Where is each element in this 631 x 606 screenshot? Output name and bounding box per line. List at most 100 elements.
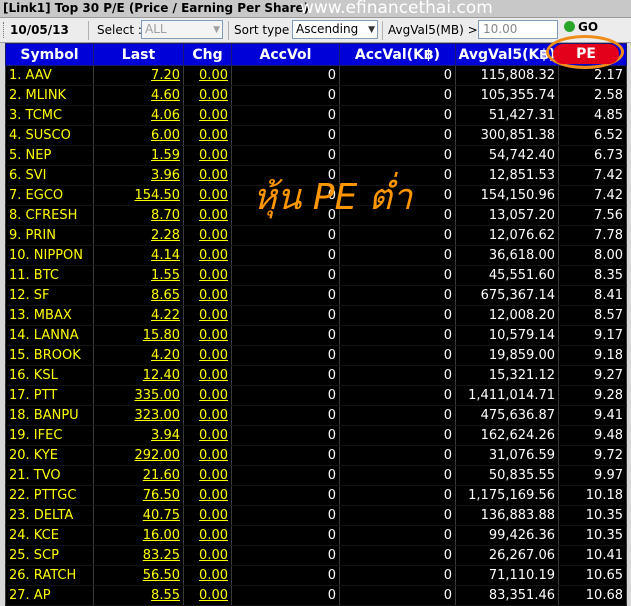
last-price-link[interactable]: 292.00 — [93, 445, 184, 466]
avgval5-cell: 162,624.26 — [455, 425, 559, 446]
last-price-link[interactable]: 3.96 — [93, 165, 184, 186]
change-link[interactable]: 0.00 — [183, 265, 232, 286]
change-link[interactable]: 0.00 — [183, 105, 232, 126]
select-dropdown[interactable]: ALL ▼ — [141, 20, 223, 39]
table-row[interactable]: 1. AAV 7.20 0.00 0 0 115,808.32 2.17 — [5, 65, 627, 86]
change-link[interactable]: 0.00 — [183, 505, 232, 526]
last-price-link[interactable]: 8.55 — [93, 585, 184, 606]
change-link[interactable]: 0.00 — [183, 565, 232, 586]
table-row[interactable]: 26. RATCH 56.50 0.00 0 0 71,110.19 10.65 — [5, 565, 627, 586]
avgval5-cell: 675,367.14 — [455, 285, 559, 306]
last-price-link[interactable]: 335.00 — [93, 385, 184, 406]
table-row[interactable]: 16. KSL 12.40 0.00 0 0 15,321.12 9.27 — [5, 365, 627, 386]
table-row[interactable]: 24. KCE 16.00 0.00 0 0 99,426.36 10.35 — [5, 525, 627, 546]
table-row[interactable]: 27. AP 8.55 0.00 0 0 83,351.46 10.68 — [5, 585, 627, 606]
last-price-link[interactable]: 1.55 — [93, 265, 184, 286]
toolbar-grip-icon[interactable] — [3, 22, 7, 38]
table-row[interactable]: 21. TVO 21.60 0.00 0 0 50,835.55 9.97 — [5, 465, 627, 486]
last-price-link[interactable]: 2.28 — [93, 225, 184, 246]
table-row[interactable]: 18. BANPU 323.00 0.00 0 0 475,636.87 9.41 — [5, 405, 627, 426]
sort-type-label: Sort type : — [234, 23, 298, 37]
change-link[interactable]: 0.00 — [183, 85, 232, 106]
table-row[interactable]: 12. SF 8.65 0.00 0 0 675,367.14 8.41 — [5, 285, 627, 306]
change-link[interactable]: 0.00 — [183, 485, 232, 506]
last-price-link[interactable]: 7.20 — [93, 65, 184, 86]
go-button-label: GO — [578, 20, 599, 34]
pe-cell: 9.41 — [558, 405, 627, 426]
table-row[interactable]: 23. DELTA 40.75 0.00 0 0 136,883.88 10.35 — [5, 505, 627, 526]
change-link[interactable]: 0.00 — [183, 65, 232, 86]
column-header-symbol[interactable]: Symbol — [5, 43, 94, 66]
last-price-link[interactable]: 8.65 — [93, 285, 184, 306]
last-price-link[interactable]: 40.75 — [93, 505, 184, 526]
avgval-filter-input[interactable]: 10.00 — [478, 20, 558, 39]
last-price-link[interactable]: 83.25 — [93, 545, 184, 566]
table-row[interactable]: 20. KYE 292.00 0.00 0 0 31,076.59 9.72 — [5, 445, 627, 466]
table-row[interactable]: 15. BROOK 4.20 0.00 0 0 19,859.00 9.18 — [5, 345, 627, 366]
last-price-link[interactable]: 4.22 — [93, 305, 184, 326]
change-link[interactable]: 0.00 — [183, 585, 232, 606]
table-row[interactable]: 17. PTT 335.00 0.00 0 0 1,411,014.71 9.28 — [5, 385, 627, 406]
last-price-link[interactable]: 12.40 — [93, 365, 184, 386]
change-link[interactable]: 0.00 — [183, 385, 232, 406]
change-link[interactable]: 0.00 — [183, 525, 232, 546]
last-price-link[interactable]: 21.60 — [93, 465, 184, 486]
avgval5-cell: 71,110.19 — [455, 565, 559, 586]
last-price-link[interactable]: 1.59 — [93, 145, 184, 166]
last-price-link[interactable]: 56.50 — [93, 565, 184, 586]
accvol-cell: 0 — [231, 125, 340, 146]
column-header-chg[interactable]: Chg — [183, 43, 232, 66]
change-link[interactable]: 0.00 — [183, 545, 232, 566]
change-link[interactable]: 0.00 — [183, 125, 232, 146]
table-row[interactable]: 4. SUSCO 6.00 0.00 0 0 300,851.38 6.52 — [5, 125, 627, 146]
change-link[interactable]: 0.00 — [183, 365, 232, 386]
accvol-cell: 0 — [231, 105, 340, 126]
table-row[interactable]: 22. PTTGC 76.50 0.00 0 0 1,175,169.56 10.18 — [5, 485, 627, 506]
column-header-accval[interactable]: AccVal(K฿) — [339, 43, 456, 66]
change-link[interactable]: 0.00 — [183, 345, 232, 366]
column-header-accvol[interactable]: AccVol — [231, 43, 340, 66]
table-row[interactable]: 3. TCMC 4.06 0.00 0 0 51,427.31 4.85 — [5, 105, 627, 126]
last-price-link[interactable]: 15.80 — [93, 325, 184, 346]
table-row[interactable]: 13. MBAX 4.22 0.00 0 0 12,008.20 8.57 — [5, 305, 627, 326]
last-price-link[interactable]: 76.50 — [93, 485, 184, 506]
last-price-link[interactable]: 4.14 — [93, 245, 184, 266]
change-link[interactable]: 0.00 — [183, 145, 232, 166]
last-price-link[interactable]: 3.94 — [93, 425, 184, 446]
pe-cell: 10.68 — [558, 585, 627, 606]
last-price-link[interactable]: 16.00 — [93, 525, 184, 546]
sort-type-dropdown[interactable]: Ascending ▼ — [292, 20, 378, 39]
last-price-link[interactable]: 154.50 — [93, 185, 184, 206]
change-link[interactable]: 0.00 — [183, 425, 232, 446]
table-row[interactable]: 19. IFEC 3.94 0.00 0 0 162,624.26 9.48 — [5, 425, 627, 446]
change-link[interactable]: 0.00 — [183, 185, 232, 206]
last-price-link[interactable]: 4.20 — [93, 345, 184, 366]
change-link[interactable]: 0.00 — [183, 225, 232, 246]
table-row[interactable]: 10. NIPPON 4.14 0.00 0 0 36,618.00 8.00 — [5, 245, 627, 266]
last-price-link[interactable]: 4.06 — [93, 105, 184, 126]
table-row[interactable]: 2. MLINK 4.60 0.00 0 0 105,355.74 2.58 — [5, 85, 627, 106]
accvol-cell: 0 — [231, 365, 340, 386]
table-row[interactable]: 5. NEP 1.59 0.00 0 0 54,742.40 6.73 — [5, 145, 627, 166]
last-price-link[interactable]: 323.00 — [93, 405, 184, 426]
change-link[interactable]: 0.00 — [183, 165, 232, 186]
table-row[interactable]: 25. SCP 83.25 0.00 0 0 26,267.06 10.41 — [5, 545, 627, 566]
pe-header-badge[interactable]: PE — [553, 44, 619, 64]
table-row[interactable]: 9. PRIN 2.28 0.00 0 0 12,076.62 7.78 — [5, 225, 627, 246]
table-row[interactable]: 11. BTC 1.55 0.00 0 0 45,551.60 8.35 — [5, 265, 627, 286]
change-link[interactable]: 0.00 — [183, 245, 232, 266]
change-link[interactable]: 0.00 — [183, 465, 232, 486]
last-price-link[interactable]: 6.00 — [93, 125, 184, 146]
pe-cell: 6.52 — [558, 125, 627, 146]
last-price-link[interactable]: 4.60 — [93, 85, 184, 106]
column-header-avgval5[interactable]: AvgVal5(K฿) — [455, 43, 559, 66]
last-price-link[interactable]: 8.70 — [93, 205, 184, 226]
change-link[interactable]: 0.00 — [183, 205, 232, 226]
change-link[interactable]: 0.00 — [183, 325, 232, 346]
change-link[interactable]: 0.00 — [183, 285, 232, 306]
change-link[interactable]: 0.00 — [183, 305, 232, 326]
column-header-last[interactable]: Last — [93, 43, 184, 66]
table-row[interactable]: 14. LANNA 15.80 0.00 0 0 10,579.14 9.17 — [5, 325, 627, 346]
change-link[interactable]: 0.00 — [183, 445, 232, 466]
change-link[interactable]: 0.00 — [183, 405, 232, 426]
